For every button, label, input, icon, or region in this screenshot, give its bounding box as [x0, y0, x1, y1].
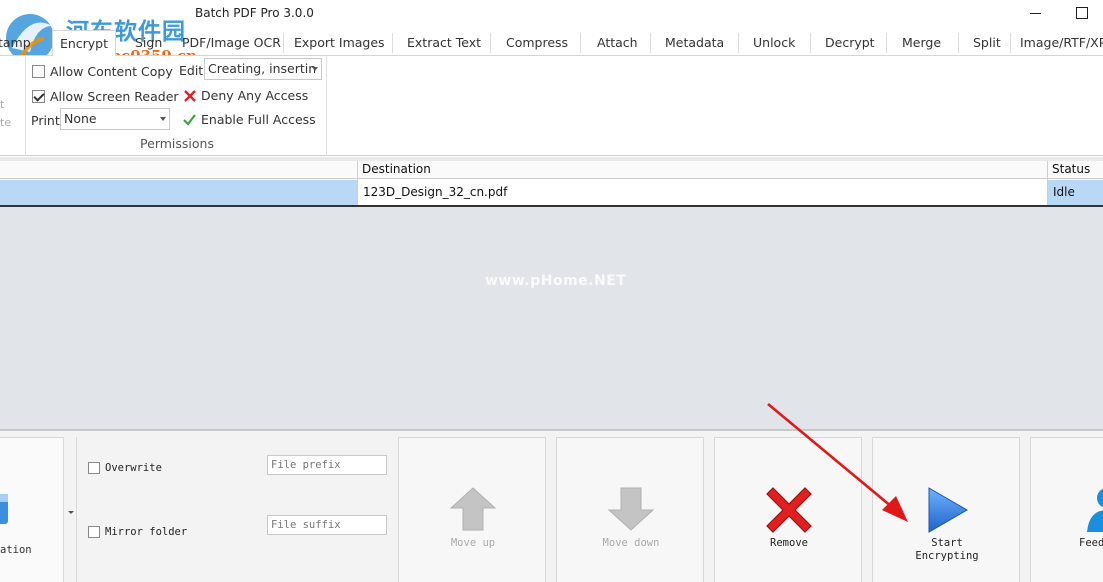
ribbon-ghost-label: te [0, 116, 12, 129]
start-label-line1: Start [931, 537, 963, 549]
tab-stamp[interactable]: tamp [0, 30, 35, 56]
tab-image-rtf-xps[interactable]: Image/RTF/XP [1016, 30, 1103, 56]
play-icon [928, 487, 968, 533]
user-icon [1087, 488, 1103, 532]
feedback-button[interactable]: Feed [1030, 437, 1103, 582]
red-x-icon [184, 89, 196, 102]
title-bar: 河东软件园 www.pc0359.cn Batch PDF Pro 3.0.0 [0, 0, 1103, 65]
minimize-button[interactable] [1026, 4, 1046, 22]
tab-unlock[interactable]: Unlock [749, 30, 799, 56]
move-down-button[interactable]: Move down [556, 437, 704, 582]
chevron-down-icon [160, 117, 166, 121]
column-divider [1047, 161, 1048, 205]
mirror-folder-checkbox[interactable]: Mirror folder [88, 526, 187, 538]
column-divider [357, 161, 358, 205]
enable-full-access-label: Enable Full Access [201, 112, 316, 127]
arrow-down-icon [607, 487, 655, 531]
allow-screen-reader-label: Allow Screen Reader [50, 89, 179, 104]
chevron-down-icon [312, 67, 318, 71]
deny-any-access-button[interactable]: Deny Any Access [184, 88, 308, 103]
bottom-toolbar: ation Overwrite Mirror folder Move up Mo… [0, 429, 1103, 582]
destination-dropdown[interactable] [65, 437, 77, 582]
remove-x-icon [766, 487, 812, 533]
file-table: Destination Status 123D_Design_32_cn.pdf… [0, 161, 1103, 207]
start-label-line2: Encrypting [915, 550, 979, 562]
remove-label: Remove [770, 537, 808, 549]
tab-metadata[interactable]: Metadata [661, 30, 728, 56]
tab-export-images[interactable]: Export Images [290, 30, 389, 56]
edit-label: Edit [179, 63, 204, 78]
start-encrypting-button[interactable]: Start Encrypting [872, 437, 1020, 582]
ribbon-left-group: t te [0, 56, 26, 156]
table-header: Destination Status [0, 161, 1103, 179]
permissions-group-label: Permissions [140, 136, 214, 151]
edit-value: Creating, insertin [208, 61, 317, 76]
allow-screen-reader-checkbox[interactable]: Allow Screen Reader [32, 89, 179, 104]
move-up-button[interactable]: Move up [398, 437, 546, 582]
maximize-button[interactable] [1072, 4, 1092, 22]
file-suffix-input[interactable] [267, 515, 387, 535]
tab-separator [283, 33, 284, 53]
watermark-center: www.pHome.NET [485, 273, 627, 289]
column-header-status[interactable]: Status [1048, 161, 1090, 179]
destination-button[interactable]: ation [0, 437, 64, 582]
output-options: Overwrite Mirror folder [78, 437, 394, 582]
checkbox-box [88, 526, 100, 538]
tab-merge[interactable]: Merge [898, 30, 945, 56]
edit-select[interactable]: Creating, insertin [204, 58, 322, 80]
row-selection [0, 180, 357, 205]
print-label: Print [31, 113, 60, 128]
ribbon: t te Allow Content Copy Allow Screen Rea… [0, 56, 1103, 156]
tab-separator [810, 33, 811, 53]
tab-separator [490, 33, 491, 53]
tab-separator [392, 33, 393, 53]
tab-separator [738, 33, 739, 53]
tab-separator [580, 33, 581, 53]
ribbon-ghost-label: t [0, 98, 5, 111]
tab-decrypt[interactable]: Decrypt [821, 30, 879, 56]
enable-full-access-button[interactable]: Enable Full Access [183, 112, 316, 127]
permissions-group: Allow Content Copy Allow Screen Reader P… [27, 56, 327, 156]
tab-compress[interactable]: Compress [502, 30, 572, 56]
print-select[interactable]: None [60, 108, 170, 130]
remove-button[interactable]: Remove [714, 437, 862, 582]
allow-content-copy-label: Allow Content Copy [50, 64, 173, 79]
tab-bar: tamp Encrypt Sign PDF/Image OCR Export I… [0, 30, 1103, 57]
folder-icon [0, 494, 8, 524]
row-destination: 123D_Design_32_cn.pdf [363, 185, 508, 199]
tab-separator [1010, 33, 1011, 53]
allow-content-copy-checkbox[interactable]: Allow Content Copy [32, 64, 173, 79]
file-prefix-input[interactable] [267, 455, 387, 475]
tab-attach[interactable]: Attach [593, 30, 642, 56]
checkbox-box [88, 462, 100, 474]
file-list-area[interactable]: www.pHome.NET [0, 207, 1103, 429]
start-encrypting-label: Start Encrypting [873, 537, 1021, 563]
checkbox-box [32, 90, 45, 103]
tab-separator [886, 33, 887, 53]
destination-label: ation [0, 544, 32, 556]
tab-separator [650, 33, 651, 53]
tab-pdf-image-ocr[interactable]: PDF/Image OCR [178, 30, 285, 56]
tab-separator [958, 33, 959, 53]
row-status: Idle [1053, 185, 1075, 199]
tab-split[interactable]: Split [969, 30, 1005, 56]
tab-encrypt[interactable]: Encrypt [52, 30, 116, 57]
print-value: None [64, 111, 97, 126]
feedback-label: Feed [1079, 537, 1103, 549]
table-row[interactable]: 123D_Design_32_cn.pdf Idle [0, 180, 1103, 205]
move-up-label: Move up [450, 537, 496, 549]
arrow-up-icon [449, 487, 497, 531]
tab-sign[interactable]: Sign [131, 30, 166, 56]
deny-any-access-label: Deny Any Access [201, 88, 309, 103]
move-down-label: Move down [602, 537, 660, 549]
overwrite-label: Overwrite [105, 462, 162, 474]
green-check-icon [183, 113, 196, 126]
column-header-destination[interactable]: Destination [358, 161, 431, 179]
mirror-folder-label: Mirror folder [105, 526, 188, 538]
checkbox-box [32, 65, 45, 78]
window-title: Batch PDF Pro 3.0.0 [195, 6, 314, 20]
tab-extract-text[interactable]: Extract Text [403, 30, 485, 56]
overwrite-checkbox[interactable]: Overwrite [88, 462, 162, 474]
